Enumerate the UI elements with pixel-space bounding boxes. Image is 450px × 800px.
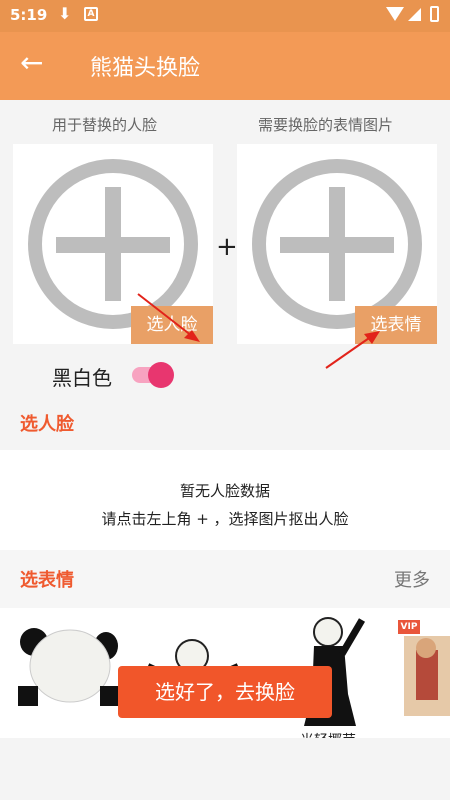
battery-icon: [430, 6, 439, 22]
toggle-knob: [148, 362, 174, 388]
expression-thumbnail[interactable]: [404, 636, 450, 716]
add-circle-icon: [252, 159, 422, 329]
status-time: 5:19: [10, 6, 48, 24]
back-arrow-icon[interactable]: ←: [20, 48, 50, 78]
expression-section-header: 选表情 更多: [0, 550, 450, 608]
plus-sign: +: [216, 232, 238, 262]
empty-state-title: 暂无人脸数据: [179, 482, 270, 500]
expression-target-label: 需要换脸的表情图片: [258, 116, 394, 134]
status-bar: 5:19 ⬇ A: [0, 0, 450, 32]
expression-thumbnail[interactable]: [14, 620, 122, 710]
face-source-label: 用于替换的人脸: [52, 116, 158, 134]
expression-section-title: 选表情: [20, 570, 74, 591]
page-title: 熊猫头换脸: [90, 56, 201, 81]
thumbnail-caption: 光轻揶芽: [300, 730, 356, 738]
face-swap-panel: 用于替换的人脸 需要换脸的表情图片 选人脸 + 选表情 黑白色 选人脸: [0, 100, 450, 450]
go-swap-face-button[interactable]: 选好了，去换脸: [118, 666, 332, 718]
app-bar: ← 熊猫头换脸: [0, 32, 450, 100]
expression-picker[interactable]: 选表情: [237, 144, 437, 344]
black-white-toggle[interactable]: [132, 362, 174, 388]
annotation-arrow-icon: [325, 331, 380, 369]
notification-icon: A: [84, 7, 98, 21]
empty-state-hint: 请点击左上角 + ，选择图片抠出人脸: [101, 510, 349, 528]
black-white-label: 黑白色: [52, 366, 112, 390]
empty-face-state: 暂无人脸数据 请点击左上角 + ，选择图片抠出人脸: [0, 450, 450, 550]
more-link[interactable]: 更多: [394, 566, 430, 592]
download-icon: ⬇: [58, 4, 72, 23]
signal-icon: [408, 8, 421, 21]
wifi-icon: [386, 7, 404, 21]
bottom-area: [0, 738, 450, 800]
vip-badge: VIP: [398, 620, 420, 634]
annotation-arrow-icon: [137, 293, 200, 342]
face-section-title: 选人脸: [20, 414, 74, 435]
